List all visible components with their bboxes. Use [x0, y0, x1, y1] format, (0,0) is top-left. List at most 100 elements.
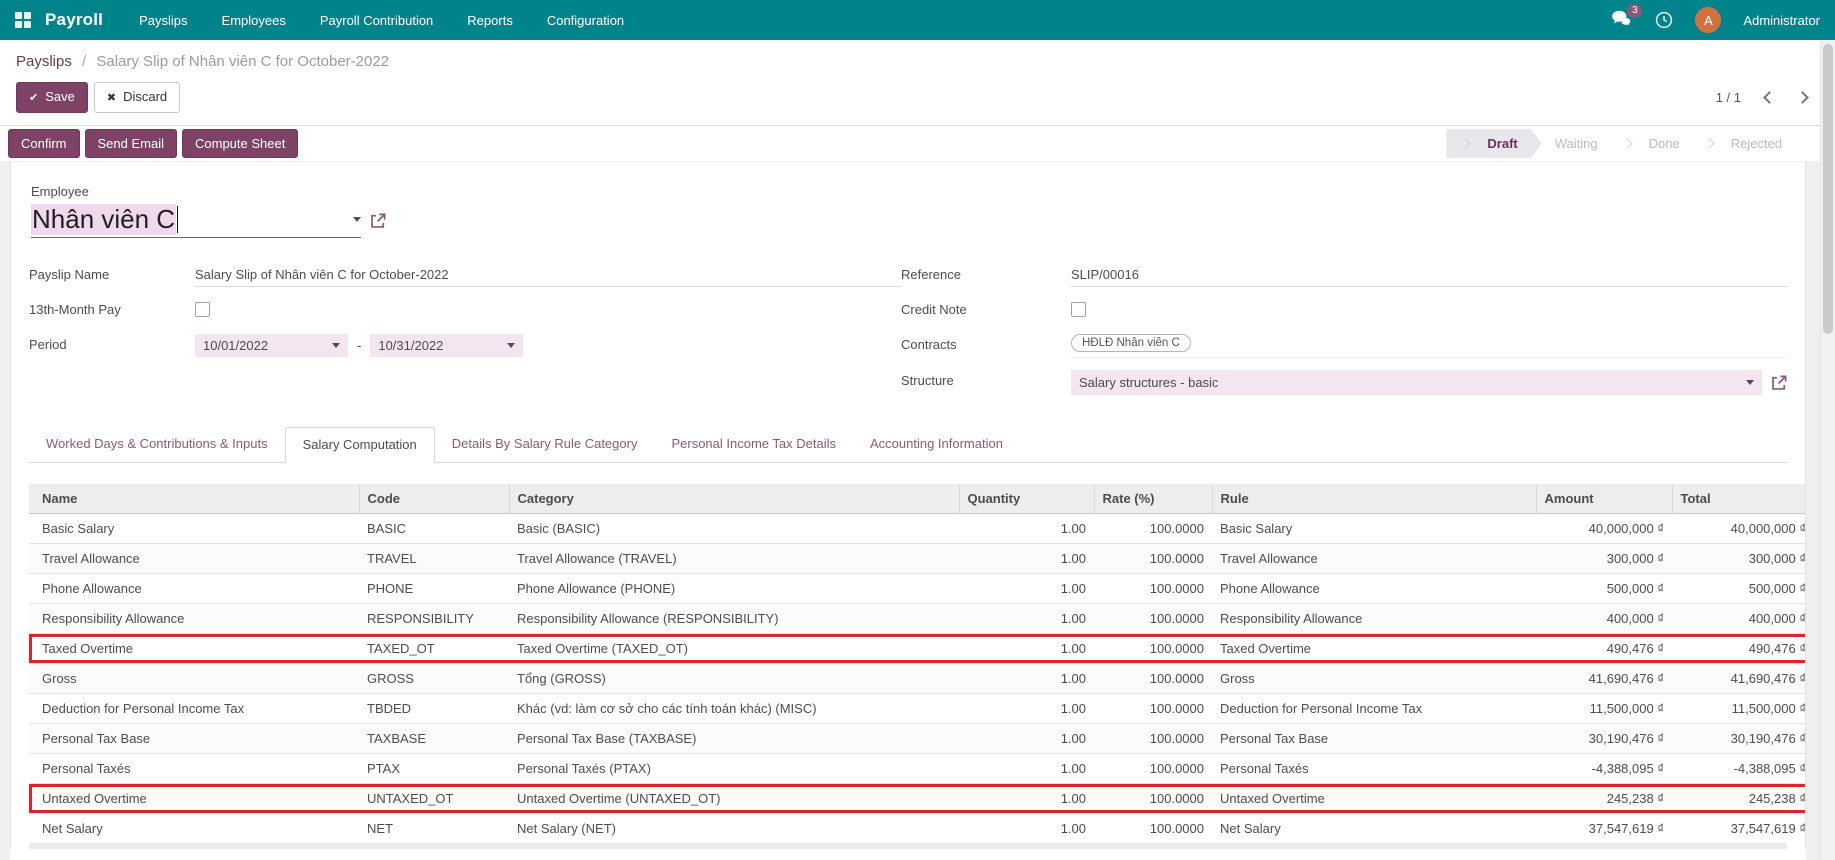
cell-rate[interactable]: 100.0000	[1094, 542, 1212, 573]
salary-line-row[interactable]: Net Salary NET Net Salary (NET) 1.00 100…	[29, 812, 1805, 843]
structure-input[interactable]: Salary structures - basic	[1071, 370, 1762, 395]
cell-rule[interactable]: Taxed Overtime	[1212, 632, 1536, 663]
cell-rule[interactable]: Travel Allowance	[1212, 542, 1536, 573]
cell-amount[interactable]: 500,000 ₫	[1536, 572, 1672, 603]
cell-quantity[interactable]: 1.00	[959, 812, 1094, 843]
cell-code[interactable]: TAXED_OT	[359, 632, 509, 663]
cell-rate[interactable]: 100.0000	[1094, 632, 1212, 663]
cell-rule[interactable]: Responsibility Allowance	[1212, 602, 1536, 633]
cell-rate[interactable]: 100.0000	[1094, 722, 1212, 753]
status-step[interactable]: Done	[1611, 129, 1693, 158]
cell-category[interactable]: Untaxed Overtime (UNTAXED_OT)	[509, 782, 959, 813]
cell-quantity[interactable]: 1.00	[959, 782, 1094, 813]
cell-code[interactable]: PHONE	[359, 572, 509, 603]
cell-category[interactable]: Personal Taxés (PTAX)	[509, 752, 959, 783]
contract-tag[interactable]: HĐLĐ Nhân viên C	[1071, 334, 1191, 352]
breadcrumb-parent-link[interactable]: Payslips	[16, 53, 72, 70]
cell-category[interactable]: Taxed Overtime (TAXED_OT)	[509, 632, 959, 663]
cell-amount[interactable]: 400,000 ₫	[1536, 602, 1672, 633]
salary-line-row[interactable]: Basic Salary BASIC Basic (BASIC) 1.00 10…	[29, 512, 1805, 543]
period-from-input[interactable]: 10/01/2022	[195, 334, 348, 357]
column-header-name[interactable]: Name	[29, 484, 359, 514]
messages-button[interactable]: 3	[1611, 3, 1643, 31]
cell-quantity[interactable]: 1.00	[959, 512, 1094, 543]
period-to-input[interactable]: 10/31/2022	[370, 334, 524, 357]
column-header-quantity[interactable]: Quantity	[958, 484, 1094, 514]
cell-category[interactable]: Personal Tax Base (TAXBASE)	[509, 722, 959, 753]
caret-down-icon[interactable]	[353, 217, 361, 222]
cell-category[interactable]: Phone Allowance (PHONE)	[509, 572, 959, 603]
notebook-tab[interactable]: Personal Income Tax Details	[654, 427, 853, 462]
cell-name[interactable]: Responsibility Allowance	[29, 602, 359, 633]
notebook-tab[interactable]: Salary Computation	[284, 427, 435, 463]
cell-total[interactable]: -4,388,095 ₫	[1672, 752, 1805, 783]
cell-code[interactable]: PTAX	[359, 752, 509, 783]
column-header-rule[interactable]: Rule	[1211, 484, 1536, 514]
cell-rule[interactable]: Personal Tax Base	[1212, 722, 1536, 753]
salary-line-row[interactable]: Untaxed Overtime UNTAXED_OT Untaxed Over…	[29, 782, 1805, 813]
discard-button[interactable]: Discard	[93, 82, 181, 113]
cell-rule[interactable]: Gross	[1212, 662, 1536, 693]
employee-input[interactable]: Nhân viên C	[31, 204, 361, 238]
cell-rate[interactable]: 100.0000	[1094, 812, 1212, 843]
notebook-tab[interactable]: Accounting Information	[853, 427, 1020, 462]
cell-quantity[interactable]: 1.00	[959, 722, 1094, 753]
employee-value[interactable]: Nhân viên C	[31, 204, 177, 235]
cell-category[interactable]: Travel Allowance (TRAVEL)	[509, 542, 959, 573]
cell-rule[interactable]: Phone Allowance	[1212, 572, 1536, 603]
cell-code[interactable]: GROSS	[359, 662, 509, 693]
user-avatar[interactable]: A	[1695, 7, 1722, 33]
cell-category[interactable]: Basic (BASIC)	[509, 512, 959, 543]
nav-menu-item[interactable]: Employees	[222, 13, 286, 28]
activity-button[interactable]	[1655, 11, 1673, 29]
cell-total[interactable]: 490,476 ₫	[1672, 632, 1805, 663]
cell-rate[interactable]: 100.0000	[1094, 752, 1212, 783]
cell-rate[interactable]: 100.0000	[1094, 692, 1212, 723]
cell-amount[interactable]: 40,000,000 ₫	[1536, 512, 1672, 543]
cell-amount[interactable]: 11,500,000 ₫	[1536, 692, 1672, 723]
cell-code[interactable]: TBDED	[359, 692, 509, 723]
cell-rule[interactable]: Net Salary	[1212, 812, 1536, 843]
cell-total[interactable]: 41,690,476 ₫	[1672, 662, 1805, 693]
scrollbar-thumb[interactable]	[1823, 44, 1833, 334]
cell-amount[interactable]: 30,190,476 ₫	[1536, 722, 1672, 753]
status-step[interactable]: Draft	[1446, 129, 1541, 158]
workflow-button[interactable]: Confirm	[8, 129, 80, 158]
cell-quantity[interactable]: 1.00	[959, 542, 1094, 573]
user-name[interactable]: Administrator	[1743, 13, 1820, 28]
cell-code[interactable]: TAXBASE	[359, 722, 509, 753]
cell-name[interactable]: Travel Allowance	[29, 542, 359, 573]
cell-amount[interactable]: 37,547,619 ₫	[1536, 812, 1672, 843]
cell-quantity[interactable]: 1.00	[959, 752, 1094, 783]
credit-note-checkbox[interactable]	[1071, 302, 1086, 317]
cell-category[interactable]: Responsibility Allowance (RESPONSIBILITY…	[509, 602, 959, 633]
cell-amount[interactable]: 490,476 ₫	[1536, 632, 1672, 663]
workflow-button[interactable]: Send Email	[84, 129, 177, 158]
cell-name[interactable]: Basic Salary	[29, 512, 359, 543]
cell-category[interactable]: Net Salary (NET)	[509, 812, 959, 843]
cell-total[interactable]: 37,547,619 ₫	[1672, 812, 1805, 843]
salary-line-row[interactable]: Taxed Overtime TAXED_OT Taxed Overtime (…	[29, 632, 1805, 663]
save-button[interactable]: Save	[16, 82, 88, 113]
cell-quantity[interactable]: 1.00	[959, 572, 1094, 603]
salary-line-row[interactable]: Deduction for Personal Income Tax TBDED …	[29, 692, 1805, 723]
cell-name[interactable]: Personal Taxés	[29, 752, 359, 783]
cell-quantity[interactable]: 1.00	[959, 602, 1094, 633]
salary-line-row[interactable]: Gross GROSS Tổng (GROSS) 1.00 100.0000 G…	[29, 662, 1805, 693]
cell-total[interactable]: 500,000 ₫	[1672, 572, 1805, 603]
status-step[interactable]: Waiting	[1542, 129, 1611, 158]
cell-rate[interactable]: 100.0000	[1094, 602, 1212, 633]
salary-line-row[interactable]: Personal Taxés PTAX Personal Taxés (PTAX…	[29, 752, 1805, 783]
employee-external-link-icon[interactable]	[370, 213, 386, 229]
vertical-scrollbar[interactable]	[1820, 40, 1835, 860]
cell-total[interactable]: 40,000,000 ₫	[1672, 512, 1805, 543]
13th-month-pay-checkbox[interactable]	[195, 302, 210, 317]
column-header-rate[interactable]: Rate (%)	[1093, 484, 1212, 514]
nav-menu-item[interactable]: Payslips	[139, 13, 187, 28]
cell-name[interactable]: Phone Allowance	[29, 572, 359, 603]
cell-code[interactable]: RESPONSIBILITY	[359, 602, 509, 633]
cell-total[interactable]: 400,000 ₫	[1672, 602, 1805, 633]
cell-total[interactable]: 245,238 ₫	[1672, 782, 1805, 813]
cell-quantity[interactable]: 1.00	[959, 632, 1094, 663]
salary-line-row[interactable]: Responsibility Allowance RESPONSIBILITY …	[29, 602, 1805, 633]
